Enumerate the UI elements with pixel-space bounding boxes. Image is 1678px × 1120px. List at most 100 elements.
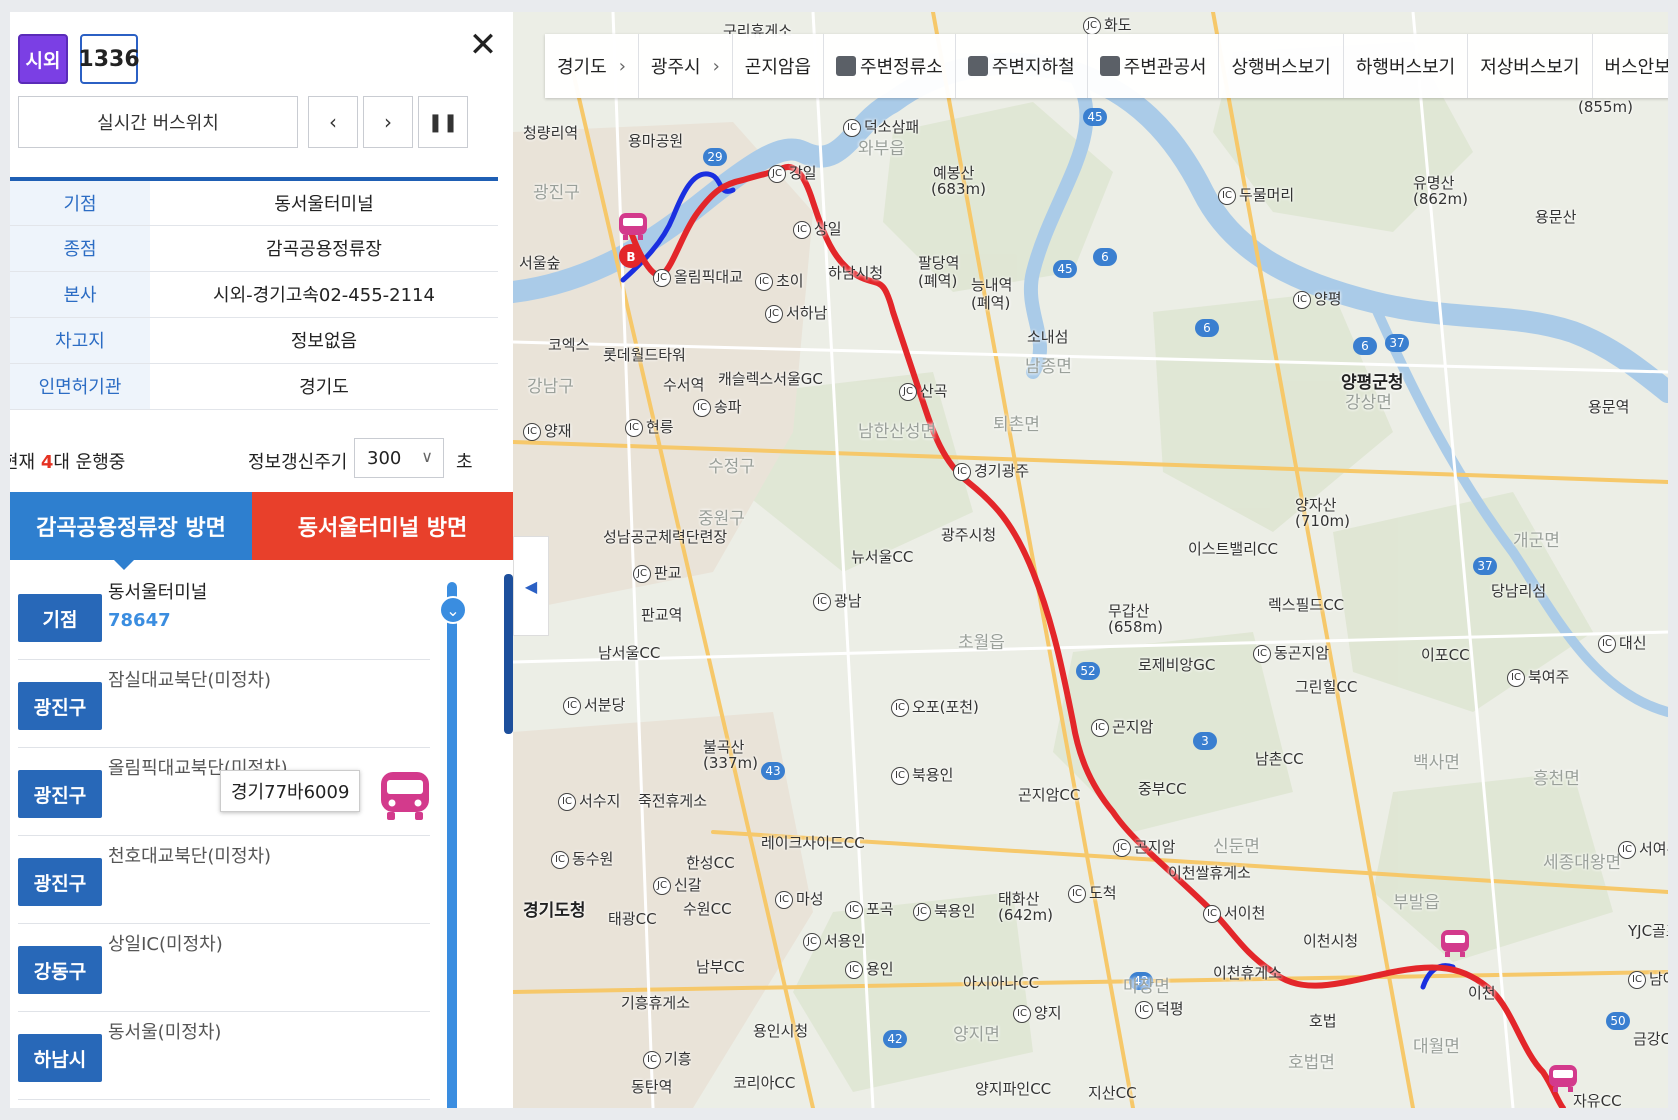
- map-label: 로제비앙GC: [1138, 656, 1216, 674]
- scrollbar[interactable]: [504, 574, 513, 734]
- map-label: 강남구: [527, 377, 574, 397]
- map-label-text: 양지: [1034, 1004, 1062, 1022]
- map-label: 신둔면: [1213, 837, 1260, 857]
- highway-shield: 37: [1473, 557, 1497, 575]
- map-label: (683m): [931, 180, 986, 198]
- chevron-down-icon[interactable]: ⌄: [439, 596, 467, 624]
- interchange-icon: IC: [755, 272, 773, 291]
- map-label: 대월면: [1413, 1037, 1460, 1057]
- nearby-subway-button[interactable]: 주변지하철: [956, 34, 1088, 98]
- interchange-icon: JC: [768, 164, 786, 183]
- map-label: IC 덕평: [1135, 998, 1184, 1019]
- interchange-icon: IC: [1218, 186, 1236, 205]
- map-label: 광주시청: [941, 526, 997, 544]
- breadcrumb-label: 경기도: [557, 57, 607, 78]
- panel-collapse-handle[interactable]: ◀: [513, 536, 549, 636]
- stop-district-badge: 기점: [18, 594, 102, 642]
- highway-shield: 29: [703, 148, 727, 166]
- map-label: 이천쌀휴게소: [1168, 864, 1251, 882]
- show-up-buses-button[interactable]: 상행버스보기: [1219, 34, 1344, 98]
- map-label-text: 올림픽대교: [674, 268, 744, 286]
- nearby-stops-button[interactable]: 주변정류소: [824, 34, 956, 98]
- interchange-icon: IC: [891, 698, 909, 717]
- route-number-badge: 1336: [78, 34, 140, 84]
- route-map[interactable]: B 29 45 45 6 6 6 37 37 52 3 43 42 42 50 …: [513, 12, 1668, 1108]
- map-label: 수서역: [663, 376, 705, 394]
- map-label: 양지면: [953, 1025, 1000, 1045]
- list-item[interactable]: 광진구 잠실대교북단(미정차): [18, 660, 430, 748]
- map-label-text: 북용인: [934, 902, 976, 920]
- stop-name: 동서울터미널: [108, 582, 208, 603]
- list-item[interactable]: 강동구 상일IC(미정차): [18, 924, 430, 1012]
- map-label: (폐역): [918, 272, 958, 290]
- map-label: 죽전휴게소: [638, 792, 708, 810]
- close-button[interactable]: ✕: [466, 28, 500, 62]
- map-label: IC 서수지: [558, 790, 620, 811]
- pause-button[interactable]: ❚❚: [418, 96, 468, 148]
- interchange-icon: IC: [953, 462, 971, 481]
- info-row-garage: 차고지 정보없음: [10, 317, 498, 363]
- prev-button[interactable]: ‹: [308, 96, 358, 148]
- tab-direction-dongseoul[interactable]: 동서울터미널 방면: [252, 492, 513, 560]
- breadcrumb-province[interactable]: 경기도 ›: [545, 34, 639, 98]
- map-label: IC 서이천: [1203, 902, 1265, 923]
- interchange-icon: IC: [523, 422, 541, 441]
- map-label: (855m): [1578, 98, 1633, 116]
- chevron-right-icon: ›: [712, 55, 720, 77]
- refresh-interval-select[interactable]: 300 ∨: [354, 438, 444, 478]
- tab-direction-gamgok[interactable]: 감곡공용정류장 방면: [10, 492, 252, 570]
- map-label: IC 양평: [1293, 288, 1342, 309]
- map-label: 수정구: [708, 457, 755, 477]
- map-label: IC 상일: [793, 218, 842, 239]
- info-label: 인면허기관: [10, 363, 150, 409]
- list-item[interactable]: 기점 동서울터미널 78647: [18, 572, 430, 660]
- highway-shield: 52: [1076, 662, 1100, 680]
- map-label: 캐슬렉스서울GC: [718, 370, 823, 388]
- stop-name: 천호대교북단(미정차): [108, 846, 272, 867]
- map-label: 태광CC: [608, 910, 657, 928]
- map-label: 이천: [1468, 984, 1496, 1002]
- interchange-icon: JC: [1113, 838, 1131, 857]
- nearby-offices-button[interactable]: 주변관공서: [1088, 34, 1220, 98]
- show-down-buses-button[interactable]: 하행버스보기: [1344, 34, 1469, 98]
- nav-label: 주변정류소: [860, 57, 943, 78]
- map-label: 세종대왕면: [1543, 853, 1622, 873]
- route-progress-line: [447, 582, 457, 1108]
- map-label: 초월읍: [958, 633, 1005, 653]
- refresh-label: 정보갱신주기: [248, 452, 348, 473]
- map-label-text: 판교: [654, 564, 682, 582]
- bus-icon[interactable]: [1438, 927, 1472, 961]
- show-low-floor-buses-button[interactable]: 저상버스보기: [1468, 34, 1593, 98]
- map-label: 경기도청: [523, 901, 586, 921]
- map-label: IC 양지: [1013, 1002, 1062, 1023]
- map-label: JC 산곡: [899, 380, 948, 401]
- breadcrumb-city[interactable]: 광주시 ›: [639, 34, 733, 98]
- map-label-text: 초이: [776, 272, 804, 290]
- stop-district-badge: 광진구: [18, 858, 102, 906]
- bus-plate-tag[interactable]: 경기77바6009: [220, 770, 361, 812]
- next-button[interactable]: ›: [363, 96, 413, 148]
- interchange-icon: IC: [1598, 634, 1616, 653]
- map-label: JC 신갈: [653, 874, 702, 895]
- map-label: (658m): [1108, 618, 1163, 636]
- breadcrumb-label: 광주시: [650, 57, 701, 78]
- bus-icon[interactable]: [616, 210, 650, 244]
- highway-shield: 37: [1385, 334, 1409, 352]
- bus-icon[interactable]: [375, 768, 435, 826]
- interchange-icon: IC: [1203, 904, 1221, 923]
- list-item[interactable]: 하남시 동서울(미정차): [18, 1012, 430, 1100]
- breadcrumb-town[interactable]: 곤지암읍: [733, 34, 825, 98]
- info-row-end: 종점 감곡공용정류장: [10, 225, 498, 271]
- map-label: 이천휴게소: [1213, 964, 1283, 982]
- interchange-icon: IC: [1628, 970, 1646, 989]
- hide-buses-button[interactable]: 버스안보기: [1593, 34, 1668, 98]
- map-label: 지산CC: [1088, 1084, 1137, 1102]
- map-label: 개군면: [1513, 531, 1560, 551]
- interchange-icon: IC: [1253, 644, 1271, 663]
- interchange-icon: IC: [813, 592, 831, 611]
- map-label: IC 포곡: [845, 898, 894, 919]
- info-value: 정보없음: [290, 331, 358, 352]
- map-label-text: 서여주: [1639, 840, 1668, 858]
- realtime-bus-location-button[interactable]: 실시간 버스위치: [18, 96, 298, 148]
- list-item[interactable]: 광진구 천호대교북단(미정차): [18, 836, 430, 924]
